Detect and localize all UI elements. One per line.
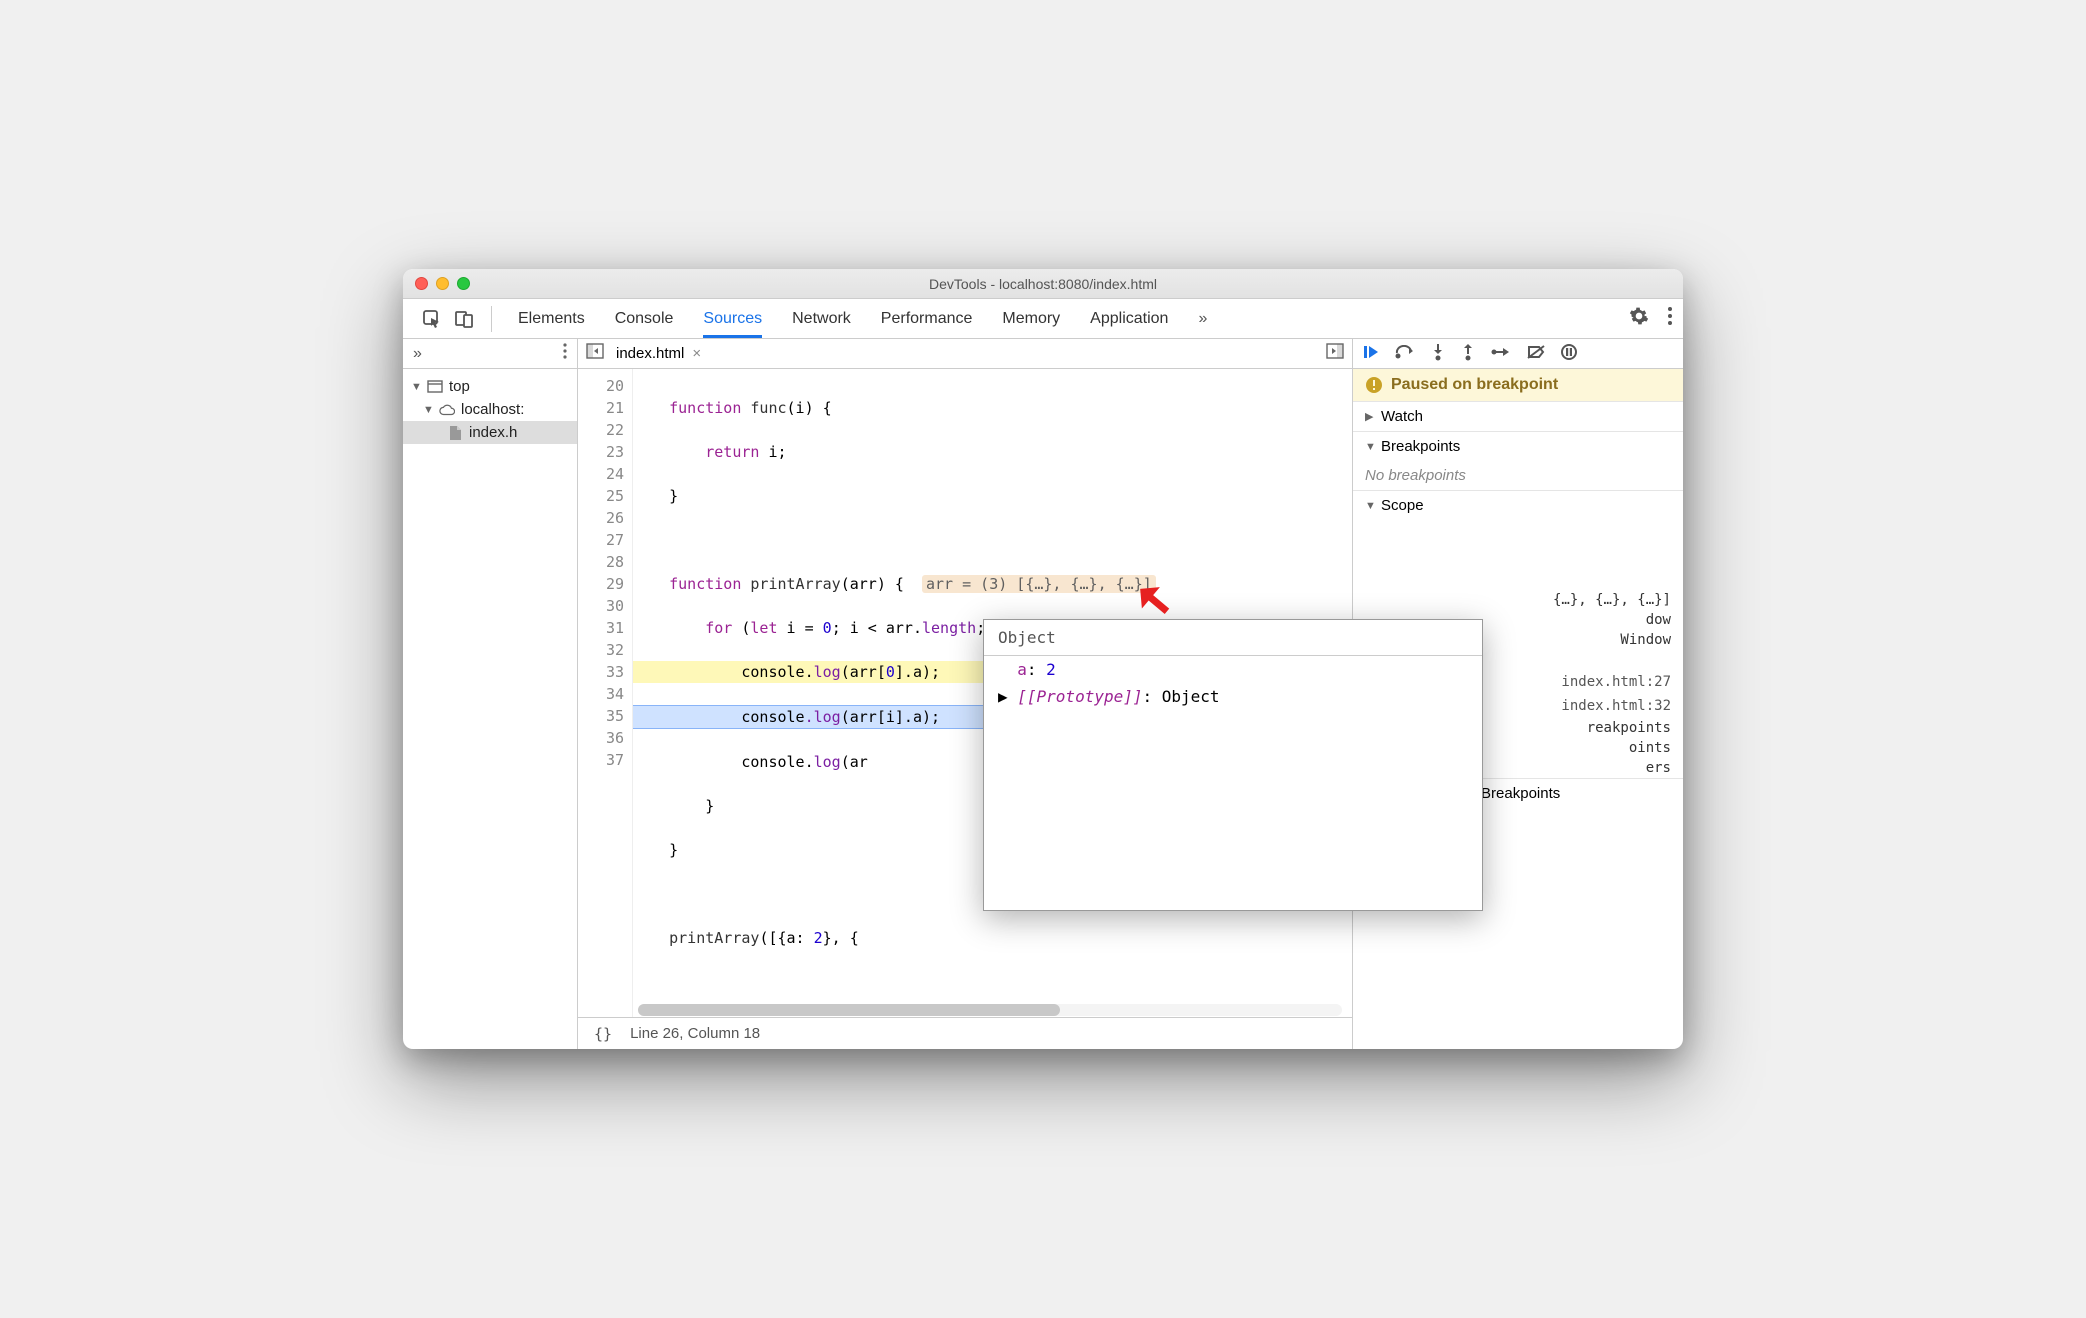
file-tabs-bar: index.html × xyxy=(578,339,1352,369)
tree-file-index[interactable]: index.h xyxy=(403,421,577,444)
tab-memory[interactable]: Memory xyxy=(1002,299,1060,338)
line-number: 29 xyxy=(578,573,624,595)
debugger-controls xyxy=(1353,339,1683,369)
status-bar: {} Line 26, Column 18 xyxy=(578,1017,1352,1049)
scrollbar-thumb[interactable] xyxy=(638,1004,1060,1016)
tree-origin-label: localhost: xyxy=(461,401,524,418)
tab-network[interactable]: Network xyxy=(792,299,851,338)
kebab-menu-icon[interactable] xyxy=(1667,306,1673,331)
cloud-icon xyxy=(439,403,455,417)
show-debugger-icon[interactable] xyxy=(1326,343,1344,364)
tree-file-label: index.h xyxy=(469,424,517,441)
line-number: 25 xyxy=(578,485,624,507)
watch-section[interactable]: ▶Watch xyxy=(1353,401,1683,431)
file-tree: ▼ top ▼ localhost: index.h xyxy=(403,369,577,450)
line-number: 23 xyxy=(578,441,624,463)
line-number: 20 xyxy=(578,375,624,397)
tree-top-frame[interactable]: ▼ top xyxy=(403,375,577,398)
line-number: 22 xyxy=(578,419,624,441)
line-number: 28 xyxy=(578,551,624,573)
tab-elements[interactable]: Elements xyxy=(518,299,585,338)
line-number: 33 xyxy=(578,661,624,683)
expand-arrow-icon: ▼ xyxy=(423,404,433,416)
line-number: 36 xyxy=(578,727,624,749)
scope-section[interactable]: ▼Scope xyxy=(1353,490,1683,520)
titlebar: DevTools - localhost:8080/index.html xyxy=(403,269,1683,299)
tab-console[interactable]: Console xyxy=(615,299,674,338)
tab-performance[interactable]: Performance xyxy=(881,299,973,338)
window-title: DevTools - localhost:8080/index.html xyxy=(403,276,1683,292)
paused-banner: Paused on breakpoint xyxy=(1353,369,1683,401)
file-tab-label: index.html xyxy=(616,345,684,362)
pretty-print-icon[interactable]: {} xyxy=(594,1025,612,1043)
navigator-pane: » ▼ top ▼ localhost: index.h xyxy=(403,339,578,1049)
device-toolbar-icon[interactable] xyxy=(453,308,475,330)
value-tooltip: Object a: 2 ▶ [[Prototype]]: Object xyxy=(983,619,1483,911)
toolbar-right xyxy=(1629,306,1673,331)
file-tab-index[interactable]: index.html × xyxy=(612,345,705,362)
line-number: 35 xyxy=(578,705,624,727)
tree-top-label: top xyxy=(449,378,470,395)
scope-value: {…}, {…}, {…}] xyxy=(1353,590,1683,610)
step-into-icon[interactable] xyxy=(1431,343,1445,365)
line-number: 37 xyxy=(578,749,624,771)
tab-application[interactable]: Application xyxy=(1090,299,1168,338)
step-icon[interactable] xyxy=(1491,345,1511,362)
tooltip-property[interactable]: a: 2 xyxy=(984,656,1482,683)
close-tab-icon[interactable]: × xyxy=(692,345,701,362)
cursor-position: Line 26, Column 18 xyxy=(630,1025,760,1042)
frame-icon xyxy=(427,380,443,394)
line-number: 31 xyxy=(578,617,624,639)
line-number: 24 xyxy=(578,463,624,485)
tree-origin[interactable]: ▼ localhost: xyxy=(403,398,577,421)
navigator-more-button[interactable]: » xyxy=(413,345,422,363)
no-breakpoints-text: No breakpoints xyxy=(1353,461,1683,490)
file-icon xyxy=(447,426,463,440)
horizontal-scrollbar[interactable] xyxy=(638,1004,1342,1016)
line-number: 27 xyxy=(578,529,624,551)
inspect-element-icon[interactable] xyxy=(421,308,443,330)
tab-sources[interactable]: Sources xyxy=(703,299,762,338)
deactivate-breakpoints-icon[interactable] xyxy=(1527,344,1545,364)
devtools-window: DevTools - localhost:8080/index.html Ele… xyxy=(403,269,1683,1049)
main-toolbar: Elements Console Sources Network Perform… xyxy=(403,299,1683,339)
resume-icon[interactable] xyxy=(1363,344,1379,364)
line-number: 32 xyxy=(578,639,624,661)
settings-gear-icon[interactable] xyxy=(1629,306,1649,331)
line-number: 34 xyxy=(578,683,624,705)
navigator-kebab-icon[interactable] xyxy=(563,343,567,364)
more-tabs-button[interactable]: » xyxy=(1198,299,1207,338)
expand-arrow-icon: ▼ xyxy=(411,381,421,393)
panel-tabs: Elements Console Sources Network Perform… xyxy=(508,299,1619,338)
line-number: 21 xyxy=(578,397,624,419)
line-number: 30 xyxy=(578,595,624,617)
tooltip-header: Object xyxy=(984,620,1482,656)
toolbar-divider xyxy=(491,306,492,332)
line-number: 26 xyxy=(578,507,624,529)
tooltip-prototype[interactable]: ▶ [[Prototype]]: Object xyxy=(984,683,1482,710)
step-out-icon[interactable] xyxy=(1461,343,1475,365)
step-over-icon[interactable] xyxy=(1395,345,1415,363)
pause-exceptions-icon[interactable] xyxy=(1561,344,1577,364)
show-navigator-icon[interactable] xyxy=(586,343,604,364)
navigator-header: » xyxy=(403,339,577,369)
inline-value: arr = (3) [{…}, {…}, {…}] xyxy=(922,575,1156,593)
breakpoints-section[interactable]: ▼Breakpoints xyxy=(1353,431,1683,461)
line-gutter: 20 21 22 23 24 25 26 27 28 29 30 31 32 3… xyxy=(578,369,633,1017)
paused-text: Paused on breakpoint xyxy=(1391,376,1558,394)
